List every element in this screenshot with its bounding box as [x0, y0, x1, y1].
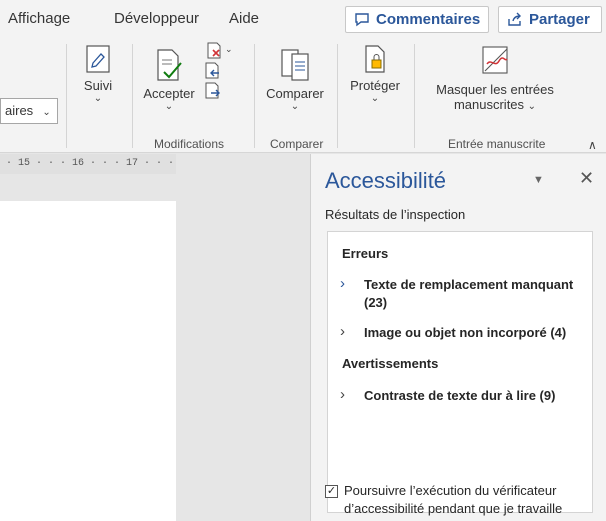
suivi-label: Suivi [83, 78, 113, 93]
reject-icon: ⌄ [207, 42, 233, 59]
accessibility-pane: Accessibilité ▼ ✕ Résultats de l’inspect… [310, 154, 606, 521]
result-label: Texte de remplacement manquant (23) [364, 277, 574, 310]
share-label: Partager [529, 11, 590, 28]
accepter-label: Accepter [143, 86, 195, 101]
chevron-down-icon: ⌄ [164, 101, 174, 112]
result-missing-alt-text[interactable]: › Texte de remplacement manquant (23) [340, 276, 590, 312]
menu-bar: Affichage Développeur Aide Commentaires … [0, 0, 606, 38]
chevron-down-icon: ⌄ [290, 101, 300, 112]
group-separator [66, 44, 67, 148]
group-separator [414, 44, 415, 148]
close-icon[interactable]: ✕ [579, 168, 594, 189]
keep-checker-running-checkbox[interactable]: ✓ [325, 485, 338, 498]
share-icon [508, 12, 521, 26]
previous-change-button[interactable] [202, 62, 224, 83]
result-contrast[interactable]: › Contraste de texte dur à lire (9) [340, 387, 590, 405]
tab-affichage[interactable]: Affichage [8, 10, 70, 27]
comparer-button[interactable]: Comparer ⌄ [260, 48, 330, 112]
display-for-review-dropdown[interactable]: aires ⌄ [0, 98, 58, 124]
group-separator [132, 44, 133, 148]
hide-ink-label-line1: Masquer les entrées [436, 82, 554, 97]
comment-icon [355, 13, 369, 27]
tab-aide[interactable]: Aide [229, 10, 259, 27]
ribbon: aires ⌄ Suivi ⌄ Accepter ⌄ ⌄ Modificatio… [0, 38, 606, 153]
chevron-down-icon: ⌄ [527, 101, 537, 112]
collapse-ribbon-icon[interactable]: ∧ [588, 138, 597, 152]
track-changes-icon [86, 45, 110, 73]
svg-text:⌄: ⌄ [225, 44, 233, 54]
accepter-button[interactable]: Accepter ⌄ [140, 48, 198, 112]
hide-ink-button[interactable]: Masquer les entrées manuscrites ⌄ [420, 44, 570, 112]
result-not-inline[interactable]: › Image ou objet non incorporé (4) [340, 324, 590, 342]
share-button[interactable]: Partager [498, 6, 602, 33]
comparer-label: Comparer [266, 86, 324, 101]
previous-change-icon [205, 62, 219, 79]
chevron-right-icon: › [340, 323, 345, 340]
horizontal-ruler: · 15 · · · 16 · · · 17 · · · 18 [0, 154, 176, 174]
reject-button[interactable]: ⌄ [202, 42, 238, 63]
chevron-right-icon: › [340, 386, 345, 403]
compare-icon [281, 49, 309, 81]
pane-title: Accessibilité [325, 168, 447, 193]
group-label-modifications: Modifications [154, 137, 225, 151]
errors-heading: Erreurs [342, 246, 389, 261]
inspection-results-label: Résultats de l’inspection [325, 207, 466, 222]
group-label-comparer: Comparer [270, 137, 324, 151]
result-label: Contraste de texte dur à lire (9) [364, 388, 556, 403]
ink-pen-icon [482, 46, 508, 74]
proteger-label: Protéger [350, 78, 400, 93]
protect-document-icon [365, 45, 385, 73]
pane-options-caret-icon[interactable]: ▼ [533, 174, 544, 186]
warnings-heading: Avertissements [342, 356, 439, 371]
group-label-entree-manuscrite: Entrée manuscrite [448, 137, 546, 151]
group-separator [254, 44, 255, 148]
inspection-results-list: Erreurs › Texte de remplacement manquant… [327, 231, 593, 513]
result-label: Image ou objet non incorporé (4) [364, 325, 567, 340]
next-change-button[interactable] [202, 82, 224, 103]
comments-label: Commentaires [376, 11, 481, 28]
chevron-down-icon: ⌄ [36, 107, 51, 118]
keep-checker-running-label: Poursuivre l’exécution du vérificateur d… [344, 483, 563, 516]
ruler-ticks: · 15 · · · 16 · · · 17 · · · 18 [6, 158, 176, 169]
document-page[interactable] [0, 201, 176, 521]
keep-checker-running-row[interactable]: ✓ Poursuivre l’exécution du vérificateur… [325, 482, 595, 518]
chevron-down-icon: ⌄ [93, 93, 103, 104]
suivi-button[interactable]: Suivi ⌄ [76, 44, 120, 104]
dropdown-partial-label: aires [5, 103, 34, 118]
comments-button[interactable]: Commentaires [345, 6, 489, 33]
chevron-right-icon: › [340, 275, 345, 292]
hide-ink-label-line2: manuscrites [453, 97, 525, 112]
next-change-icon [205, 82, 220, 99]
proteger-button[interactable]: Protéger ⌄ [344, 44, 406, 104]
tab-developpeur[interactable]: Développeur [114, 10, 199, 27]
group-separator [337, 44, 338, 148]
chevron-down-icon: ⌄ [370, 93, 380, 104]
accept-icon [157, 49, 182, 81]
